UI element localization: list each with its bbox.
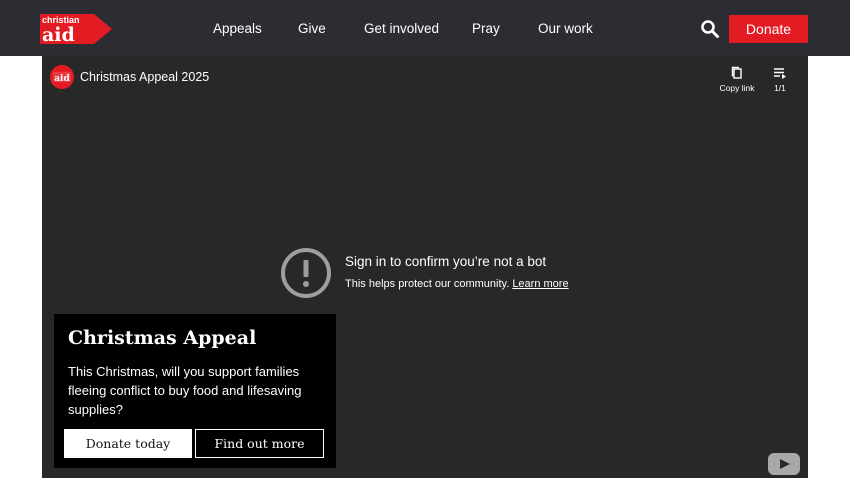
nav-get-involved[interactable]: Get involved xyxy=(364,20,439,38)
alert-icon xyxy=(281,248,331,298)
playlist-button[interactable]: 1/1 xyxy=(768,66,792,106)
channel-avatar[interactable]: aid xyxy=(50,65,74,89)
learn-more-link[interactable]: Learn more xyxy=(512,278,568,290)
svg-text:aid: aid xyxy=(54,74,70,84)
promo-body: This Christmas, will you support familie… xyxy=(68,364,302,417)
playlist-count: 1/1 xyxy=(774,83,786,93)
nav-pray[interactable]: Pray xyxy=(472,20,500,38)
youtube-logo-icon[interactable] xyxy=(768,453,800,475)
promo-title: Christmas Appeal xyxy=(68,327,257,349)
bot-check-subtitle: This helps protect our community. Learn … xyxy=(345,277,569,291)
christian-aid-logo[interactable]: christian aid xyxy=(38,12,114,46)
find-out-more-button[interactable]: Find out more xyxy=(195,429,324,458)
channel-logo-icon: aid xyxy=(50,65,74,89)
svg-text:aid: aid xyxy=(42,24,75,46)
nav-give[interactable]: Give xyxy=(298,20,326,38)
copy-icon xyxy=(731,66,742,79)
copy-link-label: Copy link xyxy=(719,83,755,93)
bot-check-title: Sign in to confirm you’re not a bot xyxy=(345,254,547,269)
donate-button[interactable]: Donate xyxy=(729,15,808,43)
nav-our-work[interactable]: Our work xyxy=(538,20,593,38)
bot-check-text: This helps protect our community. xyxy=(345,278,510,290)
video-title[interactable]: Christmas Appeal 2025 xyxy=(80,70,209,85)
nav-appeals[interactable]: Appeals xyxy=(213,20,262,38)
copy-link-button[interactable]: Copy link xyxy=(712,66,762,106)
playlist-icon xyxy=(774,68,786,79)
donate-today-button[interactable]: Donate today xyxy=(64,429,192,458)
christmas-appeal-card: Christmas Appeal This Christmas, will yo… xyxy=(54,314,336,468)
search-icon[interactable] xyxy=(700,19,720,39)
site-header: christian aid Appeals Give Get involved … xyxy=(0,0,850,56)
